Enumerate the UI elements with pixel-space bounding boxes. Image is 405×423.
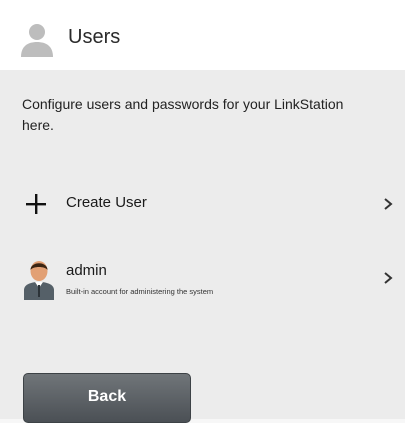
chevron-right-icon — [384, 198, 393, 210]
back-button[interactable]: Back — [23, 373, 191, 423]
page-title: Users — [68, 26, 121, 48]
page-description: Configure users and passwords for your L… — [22, 96, 344, 133]
user-row-admin[interactable]: admin Built-in account for administering… — [0, 252, 405, 304]
page-header: Users — [0, 0, 405, 70]
chevron-right-icon — [384, 272, 393, 284]
user-silhouette-icon — [21, 24, 53, 57]
plus-icon — [26, 194, 46, 214]
admin-avatar-icon — [24, 261, 54, 300]
create-user-label: Create User — [66, 194, 147, 211]
main-content: Configure users and passwords for your L… — [0, 70, 405, 423]
user-name: admin — [66, 262, 107, 279]
create-user-row[interactable]: Create User — [0, 182, 405, 226]
user-description: Built-in account for administering the s… — [66, 287, 214, 296]
